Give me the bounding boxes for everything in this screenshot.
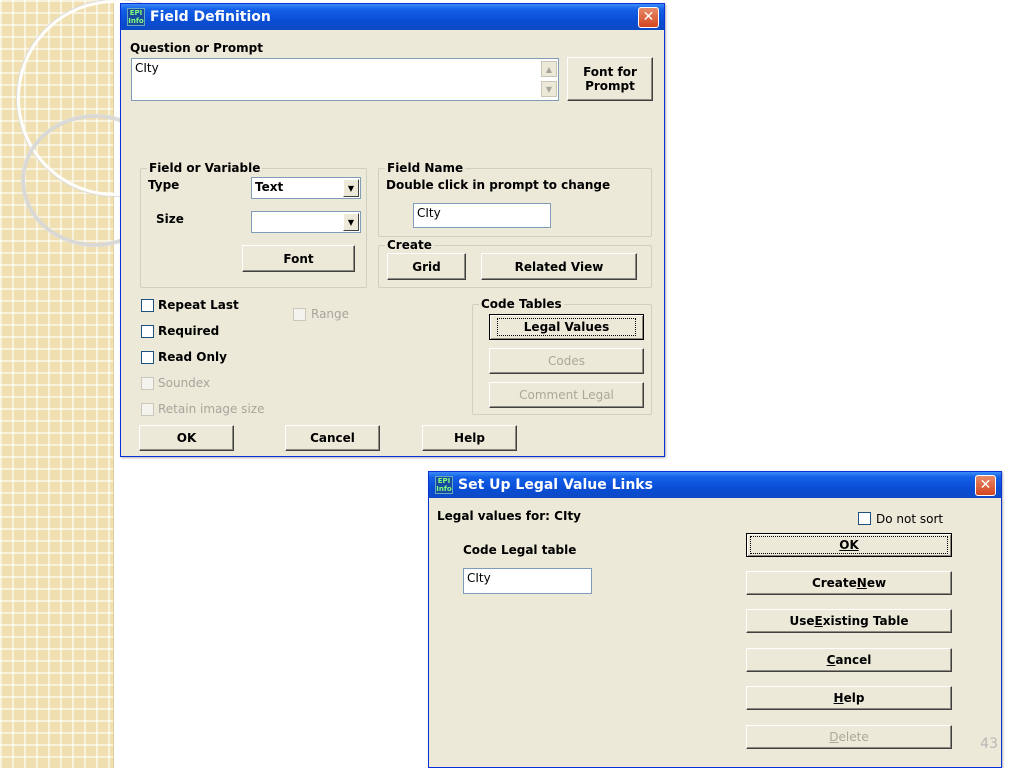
dialog-title: Field Definition: [150, 9, 271, 25]
read-only-label: Read Only: [158, 350, 227, 364]
cancel-accel: C: [826, 653, 836, 667]
related-view-button[interactable]: Related View: [481, 253, 637, 280]
close-button[interactable]: ✕: [975, 475, 996, 496]
question-prompt-label: Question or Prompt: [130, 41, 263, 55]
cancel-suffix: ancel: [835, 653, 872, 667]
delete-button: Delete: [746, 725, 952, 749]
use-existing-suffix: xisting Table: [822, 614, 909, 628]
use-existing-accel: E: [814, 614, 823, 628]
font-for-prompt-line2: Prompt: [585, 79, 635, 93]
use-existing-table-button[interactable]: Use Existing Table: [746, 609, 952, 633]
help-button[interactable]: Help: [422, 425, 517, 451]
field-name-title: Field Name: [385, 161, 466, 175]
field-name-instruction: Double click in prompt to change: [386, 178, 611, 192]
use-existing-prefix: Use: [789, 614, 815, 628]
delete-suffix: elete: [838, 730, 869, 744]
legal-values-for-value: CIty: [554, 509, 582, 523]
range-label: Range: [311, 307, 350, 321]
close-button[interactable]: ✕: [638, 7, 659, 28]
grid-button[interactable]: Grid: [387, 253, 466, 280]
repeat-last-checkbox[interactable]: [141, 299, 154, 312]
soundex-label: Soundex: [158, 376, 211, 390]
app-icon: EPI Info: [127, 8, 145, 26]
create-new-prefix: Create: [811, 576, 857, 590]
font-for-prompt-button[interactable]: Font for Prompt: [567, 57, 653, 101]
legal-values-for-label: Legal values for: CIty: [437, 509, 581, 523]
dialog-title: Set Up Legal Value Links: [458, 477, 653, 493]
codes-button: Codes: [489, 348, 644, 374]
create-new-button[interactable]: Create New: [746, 571, 952, 595]
soundex-checkbox: [141, 377, 154, 390]
ok-button[interactable]: OK: [746, 533, 952, 557]
retain-image-size-label: Retain image size: [158, 402, 265, 416]
legal-value-links-titlebar[interactable]: EPI Info Set Up Legal Value Links ✕: [429, 472, 1001, 498]
required-label: Required: [158, 324, 220, 338]
chevron-down-icon[interactable]: ▼: [343, 179, 359, 197]
retain-image-size-checkbox: [141, 403, 154, 416]
range-checkbox: [293, 308, 306, 321]
type-select[interactable]: Text ▼: [251, 177, 361, 199]
cancel-button[interactable]: Cancel: [285, 425, 380, 451]
field-name-input[interactable]: CIty: [413, 203, 551, 228]
create-new-accel: N: [856, 576, 867, 590]
field-or-variable-title: Field or Variable: [147, 161, 263, 175]
help-button[interactable]: Help: [746, 686, 952, 710]
help-accel: H: [833, 691, 844, 705]
delete-accel: D: [829, 730, 839, 744]
legal-values-button[interactable]: Legal Values: [489, 314, 644, 340]
type-label: Type: [148, 178, 180, 192]
cancel-button[interactable]: Cancel: [746, 648, 952, 672]
app-icon: EPI Info: [435, 476, 453, 494]
required-checkbox[interactable]: [141, 325, 154, 338]
question-prompt-textarea[interactable]: CIty ▲ ▼: [131, 58, 559, 101]
size-select[interactable]: ▼: [251, 211, 361, 233]
repeat-last-label: Repeat Last: [158, 298, 239, 312]
scroll-up-arrow-icon[interactable]: ▲: [541, 61, 557, 77]
legal-values-for-text: Legal values for:: [437, 509, 550, 523]
scroll-down-arrow-icon[interactable]: ▼: [541, 81, 557, 97]
help-suffix: elp: [843, 691, 865, 705]
do-not-sort-checkbox[interactable]: [858, 512, 871, 525]
font-for-prompt-line1: Font for: [583, 65, 637, 79]
ok-button[interactable]: OK: [139, 425, 234, 451]
slide-page-number: 43: [980, 736, 998, 752]
create-title: Create: [385, 238, 434, 252]
field-definition-dialog: EPI Info Field Definition ✕ Question or P…: [120, 3, 665, 457]
size-label: Size: [156, 212, 184, 226]
comment-legal-button: Comment Legal: [489, 382, 644, 408]
do-not-sort-label: Do not sort: [876, 512, 944, 526]
code-tables-title: Code Tables: [479, 297, 564, 311]
legal-values-label: Legal Values: [496, 318, 637, 336]
create-new-suffix: ew: [866, 576, 887, 590]
chevron-down-icon[interactable]: ▼: [343, 213, 359, 231]
legal-value-links-dialog: EPI Info Set Up Legal Value Links ✕ Legal…: [428, 471, 1002, 768]
read-only-checkbox[interactable]: [141, 351, 154, 364]
question-prompt-text: CIty: [135, 61, 159, 75]
font-button[interactable]: Font: [242, 245, 355, 272]
field-definition-titlebar[interactable]: EPI Info Field Definition ✕: [121, 4, 664, 30]
ok-label: OK: [750, 536, 948, 554]
code-legal-table-label: Code Legal table: [463, 543, 577, 557]
type-select-value: Text: [255, 180, 284, 194]
code-legal-table-input[interactable]: CIty: [463, 568, 592, 594]
